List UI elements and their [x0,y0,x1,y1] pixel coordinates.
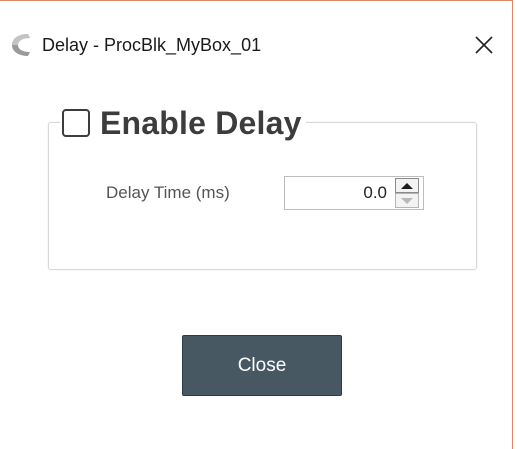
close-icon[interactable] [468,29,500,61]
delay-time-label: Delay Time (ms) [106,183,230,202]
spin-up-icon[interactable] [395,178,419,193]
window-title: Delay - ProcBlk_MyBox_01 [42,35,262,55]
enable-delay-checkbox[interactable] [62,109,90,137]
delay-time-input[interactable] [291,177,387,209]
spin-down-icon[interactable] [395,193,419,208]
crescent-logo-icon [8,31,36,59]
title-bar: Delay - ProcBlk_MyBox_01 [0,1,512,89]
enable-delay-toggle[interactable]: Enable Delay [60,105,306,141]
enable-delay-label: Enable Delay [100,104,302,141]
close-button[interactable]: Close [182,335,342,396]
dialog-window: Delay - ProcBlk_MyBox_01 Enable Delay De… [0,0,513,449]
delay-time-spinbox [284,176,424,210]
